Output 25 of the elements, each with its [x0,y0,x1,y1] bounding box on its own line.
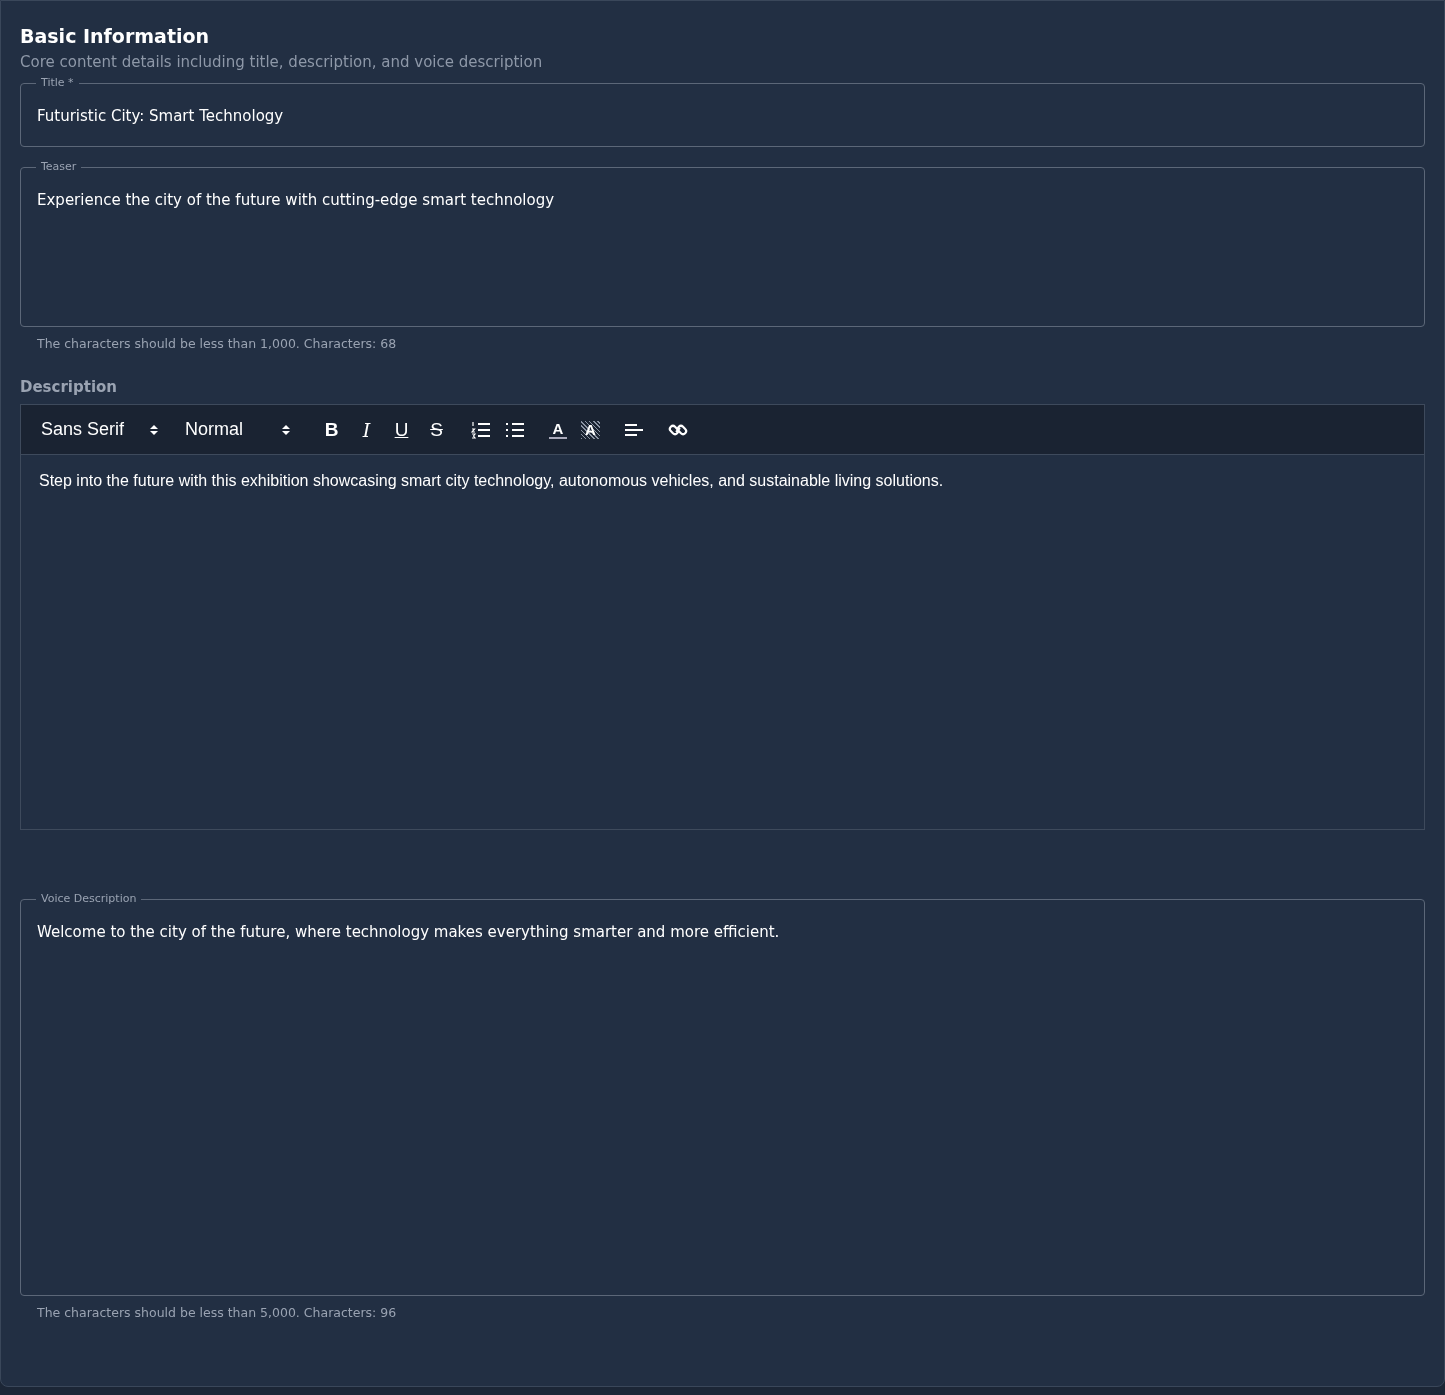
title-field[interactable]: Title * Futuristic City: Smart Technology [20,76,1425,147]
align-left-icon[interactable] [624,421,644,438]
description-editor[interactable]: Step into the future with this exhibition showcasing smart city technology, autonomous vehicles, and sustainable living solutions. [21,455,1424,829]
bullet-list-icon[interactable] [505,420,525,439]
highlight-button[interactable]: A [581,420,600,439]
description-label: Description [20,377,118,397]
field-label: Teaser [40,160,78,174]
section-title: Basic Information [20,24,210,49]
section-subtitle: Core content details including title, description, and voice description [20,52,543,72]
underline-button[interactable]: U [391,418,412,441]
numbered-list-icon[interactable] [471,420,491,439]
updown-icon [281,422,291,437]
strike-button[interactable]: S [426,418,447,441]
italic-button[interactable]: I [356,418,377,441]
bold-button[interactable]: B [321,418,342,441]
font-picker[interactable]: Sans Serif [41,419,159,440]
updown-icon [149,422,159,437]
size-picker[interactable]: Normal [185,419,291,440]
field-label: Voice Description [40,892,138,906]
teaser-field[interactable]: Teaser Experience the city of the future with cutting-edge smart technology [20,160,1425,327]
text-color-button[interactable]: A [549,420,567,439]
voice-description-field[interactable]: Voice Description Welcome to the city of the future, where technology makes everything smarter and more efficient. [20,892,1425,1296]
character-count-hint: The characters should be less than 1,000. Characters: 68 [37,336,397,352]
field-label: Title * [40,76,75,90]
character-count-hint: The characters should be less than 5,000. Characters: 96 [37,1305,397,1321]
